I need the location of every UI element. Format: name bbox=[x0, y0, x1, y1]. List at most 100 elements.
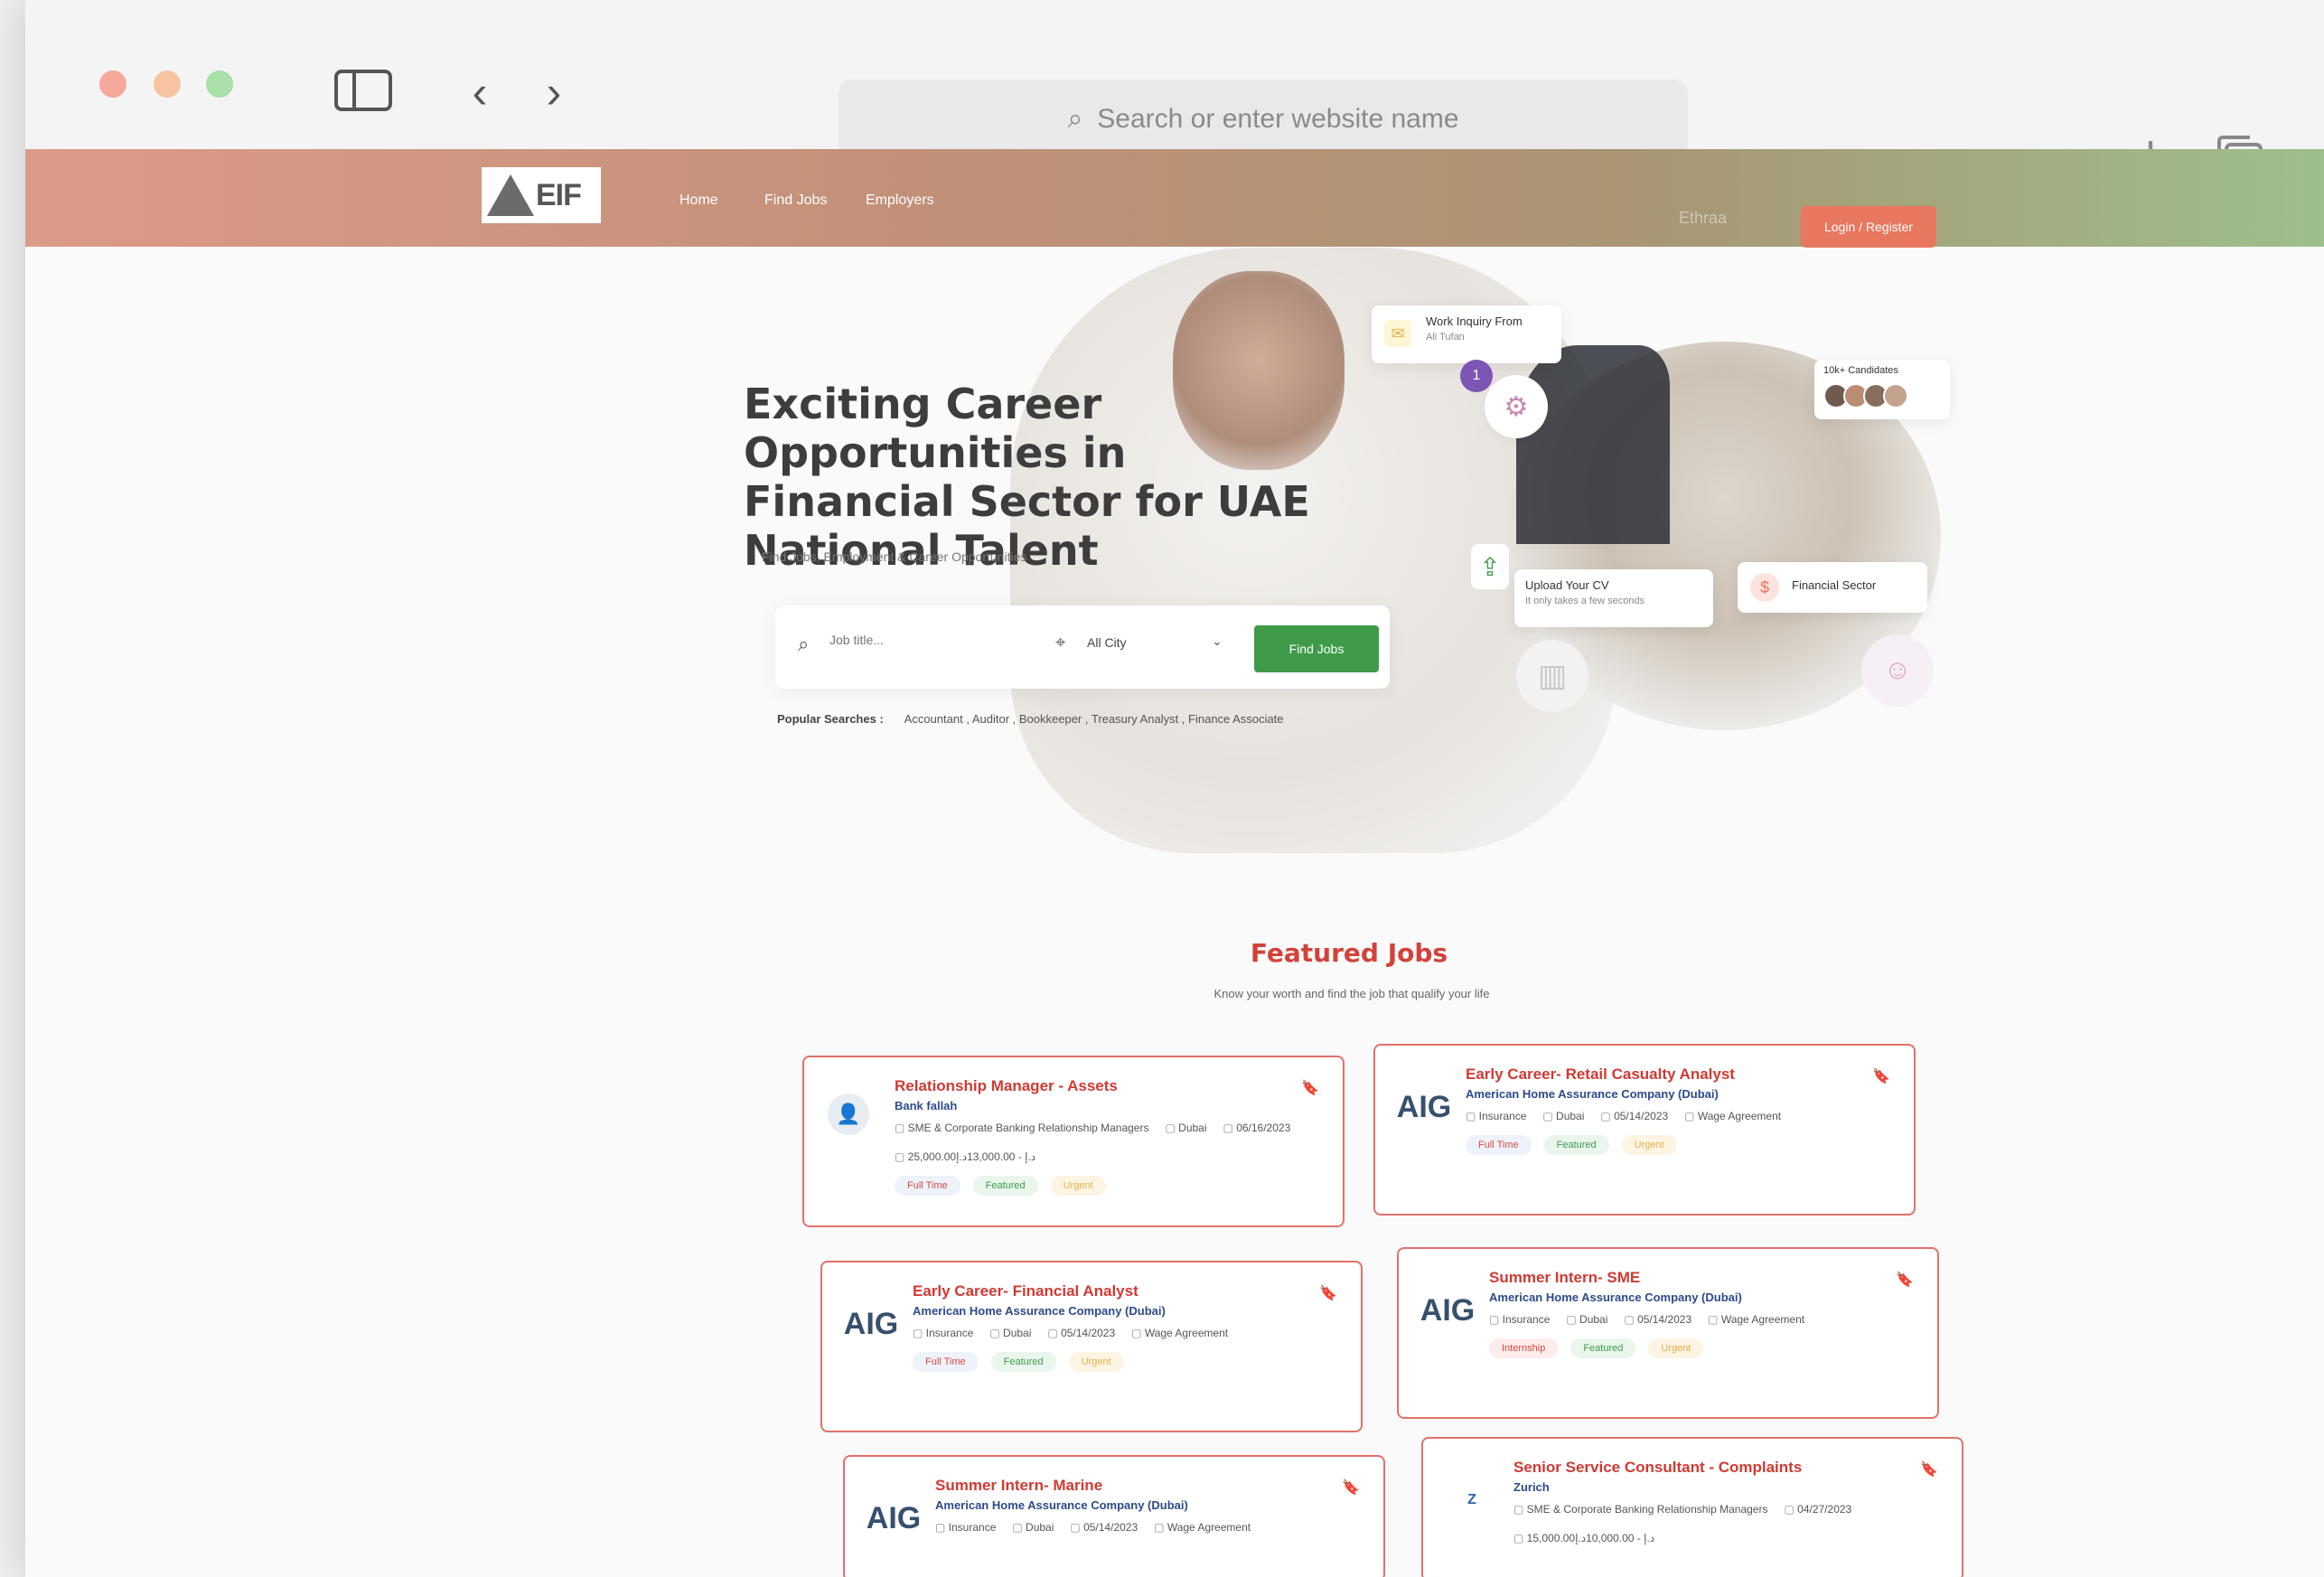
job-salary: 15,000.00د.إ - 10,000.00د.إ bbox=[1513, 1532, 1654, 1544]
job-category: Insurance bbox=[913, 1327, 974, 1339]
tag-urgent: Urgent bbox=[1621, 1135, 1677, 1155]
job-card[interactable]: Z Senior Service Consultant - Complaints… bbox=[1421, 1437, 1963, 1577]
featured-jobs-title: Featured Jobs bbox=[1250, 938, 1448, 968]
nav-home[interactable]: Home bbox=[679, 192, 718, 209]
job-company: Zurich bbox=[1513, 1480, 1550, 1494]
aig-logo-icon: AIG bbox=[1420, 1292, 1476, 1328]
site-logo[interactable]: EIF bbox=[482, 167, 601, 223]
address-bar[interactable]: ⌕ Search or enter website name bbox=[839, 80, 1688, 159]
browser-toolbar: ‹ › ⌕ Search or enter website name + bbox=[25, 0, 2324, 184]
maximize-window-button[interactable] bbox=[206, 70, 233, 98]
sidebar-toggle-icon[interactable] bbox=[333, 67, 394, 114]
job-category: Insurance bbox=[1489, 1313, 1551, 1326]
tag-featured: Featured bbox=[990, 1352, 1056, 1372]
tag-urgent: Urgent bbox=[1050, 1176, 1106, 1196]
candidates-label: 10k+ Candidates bbox=[1823, 365, 1898, 376]
job-category: Insurance bbox=[935, 1521, 997, 1534]
search-icon: ⌕ bbox=[1067, 104, 1083, 134]
job-meta: Insurance Dubai 05/14/2023 Wage Agreemen… bbox=[935, 1521, 1363, 1534]
tag-internship: Internship bbox=[1489, 1338, 1559, 1358]
search-icon: ⌕ bbox=[798, 633, 810, 655]
chevron-down-icon[interactable]: ⌄ bbox=[1212, 634, 1223, 649]
job-company: American Home Assurance Company (Dubai) bbox=[913, 1304, 1166, 1318]
aig-logo-icon: AIG bbox=[866, 1500, 922, 1535]
job-meta: SME & Corporate Banking Relationship Man… bbox=[1513, 1503, 1942, 1544]
job-salary: 25,000.00د.إ - 13,000.00د.إ bbox=[895, 1150, 1035, 1163]
job-category: SME & Corporate Banking Relationship Man… bbox=[1513, 1503, 1768, 1516]
job-card[interactable]: AIG Summer Intern- SME American Home Ass… bbox=[1397, 1247, 1939, 1419]
site-header: EIF Home Find Jobs Employers Ethraa Logi… bbox=[25, 149, 2324, 248]
job-tags: Full Time Featured Urgent bbox=[1466, 1135, 1894, 1155]
job-date: 05/14/2023 bbox=[1600, 1110, 1668, 1122]
hero-subtitle: Find Jobs, Employment & Career Opportuni… bbox=[762, 549, 1027, 564]
login-register-button[interactable]: Login / Register bbox=[1801, 206, 1936, 248]
job-meta: SME & Corporate Banking Relationship Man… bbox=[895, 1122, 1323, 1163]
job-card[interactable]: AIG Early Career- Retail Casualty Analys… bbox=[1373, 1044, 1916, 1216]
job-title[interactable]: Summer Intern- Marine bbox=[935, 1477, 1363, 1495]
tag-full-time: Full Time bbox=[913, 1352, 979, 1372]
job-company: American Home Assurance Company (Dubai) bbox=[935, 1498, 1188, 1512]
job-salary: Wage Agreement bbox=[1708, 1313, 1804, 1326]
user-search-icon: ☺ bbox=[1861, 634, 1934, 707]
city-select[interactable]: All City bbox=[1087, 635, 1127, 650]
job-salary: Wage Agreement bbox=[1684, 1110, 1781, 1122]
job-title[interactable]: Summer Intern- SME bbox=[1489, 1269, 1917, 1287]
back-icon[interactable]: ‹ bbox=[457, 65, 502, 119]
nav-find-jobs[interactable]: Find Jobs bbox=[764, 192, 827, 209]
upload-cv-subtitle: It only takes a few seconds bbox=[1525, 596, 1645, 606]
job-tags: Full Time Featured Urgent bbox=[913, 1352, 1341, 1372]
avatar bbox=[1883, 383, 1908, 408]
bookmark-icon[interactable]: 🔖 bbox=[1301, 1079, 1319, 1097]
job-tags: Full Time Featured Urgent bbox=[895, 1176, 1323, 1196]
inquiry-title: Work Inquiry From bbox=[1426, 314, 1523, 328]
job-title[interactable]: Early Career- Financial Analyst bbox=[913, 1282, 1341, 1300]
minimize-window-button[interactable] bbox=[154, 70, 181, 98]
collage-background-shape bbox=[1516, 345, 1670, 544]
job-card[interactable]: 👤 Relationship Manager - Assets Bank fal… bbox=[802, 1056, 1345, 1227]
job-title[interactable]: Relationship Manager - Assets bbox=[895, 1077, 1323, 1095]
bookmark-icon[interactable]: 🔖 bbox=[1920, 1460, 1938, 1478]
zurich-logo-icon: Z bbox=[1467, 1492, 1476, 1507]
job-date: 05/14/2023 bbox=[1047, 1327, 1115, 1339]
job-date: 05/14/2023 bbox=[1070, 1521, 1138, 1534]
notification-badge: 1 bbox=[1460, 360, 1493, 392]
job-title[interactable]: Early Career- Retail Casualty Analyst bbox=[1466, 1065, 1894, 1084]
job-company: American Home Assurance Company (Dubai) bbox=[1466, 1087, 1719, 1101]
forward-icon[interactable]: › bbox=[531, 65, 576, 119]
job-date: 04/27/2023 bbox=[1784, 1503, 1851, 1516]
job-title[interactable]: Senior Service Consultant - Complaints bbox=[1513, 1459, 1942, 1477]
bookmark-icon[interactable]: 🔖 bbox=[1342, 1478, 1360, 1497]
popular-searches-label: Popular Searches : bbox=[777, 712, 884, 726]
mail-icon: ✉ bbox=[1384, 320, 1411, 347]
job-location: Dubai bbox=[1012, 1521, 1054, 1534]
job-location: Dubai bbox=[989, 1327, 1031, 1339]
job-meta: Insurance Dubai 05/14/2023 Wage Agreemen… bbox=[913, 1327, 1341, 1339]
job-card[interactable]: AIG Summer Intern- Marine American Home … bbox=[843, 1455, 1385, 1577]
candidates-card: 10k+ Candidates bbox=[1814, 360, 1950, 419]
browser-window: ‹ › ⌕ Search or enter website name + EIF… bbox=[25, 0, 2324, 1577]
tag-urgent: Urgent bbox=[1648, 1338, 1704, 1358]
work-inquiry-card: ✉ Work Inquiry From Ali Tufan bbox=[1372, 305, 1561, 363]
bookmark-icon[interactable]: 🔖 bbox=[1872, 1067, 1890, 1085]
tag-featured: Featured bbox=[1570, 1338, 1636, 1358]
close-window-button[interactable] bbox=[99, 70, 127, 98]
job-title-input[interactable] bbox=[829, 633, 1010, 647]
financial-sector-card: $ Financial Sector bbox=[1738, 562, 1927, 613]
job-card[interactable]: AIG Early Career- Financial Analyst Amer… bbox=[820, 1261, 1363, 1432]
popular-searches-items[interactable]: Accountant , Auditor , Bookkeeper , Trea… bbox=[904, 712, 1284, 726]
find-jobs-button[interactable]: Find Jobs bbox=[1254, 625, 1379, 672]
partner-logo: Ethraa bbox=[1679, 209, 1728, 227]
job-category: Insurance bbox=[1466, 1110, 1527, 1122]
bookmark-icon[interactable]: 🔖 bbox=[1319, 1284, 1337, 1302]
address-placeholder: Search or enter website name bbox=[1097, 104, 1459, 134]
job-meta: Insurance Dubai 05/14/2023 Wage Agreemen… bbox=[1466, 1110, 1894, 1122]
job-category: SME & Corporate Banking Relationship Man… bbox=[895, 1122, 1149, 1134]
nav-employers[interactable]: Employers bbox=[866, 192, 934, 209]
hero-title: Exciting Career Opportunities in Financi… bbox=[744, 380, 1310, 575]
bookmark-icon[interactable]: 🔖 bbox=[1896, 1271, 1914, 1289]
tag-featured: Featured bbox=[972, 1176, 1038, 1196]
candidate-avatars bbox=[1823, 383, 1941, 408]
financial-sector-label: Financial Sector bbox=[1792, 578, 1877, 592]
popular-searches: Popular Searches : Accountant , Auditor … bbox=[777, 712, 1284, 726]
job-date: 05/14/2023 bbox=[1624, 1313, 1691, 1326]
